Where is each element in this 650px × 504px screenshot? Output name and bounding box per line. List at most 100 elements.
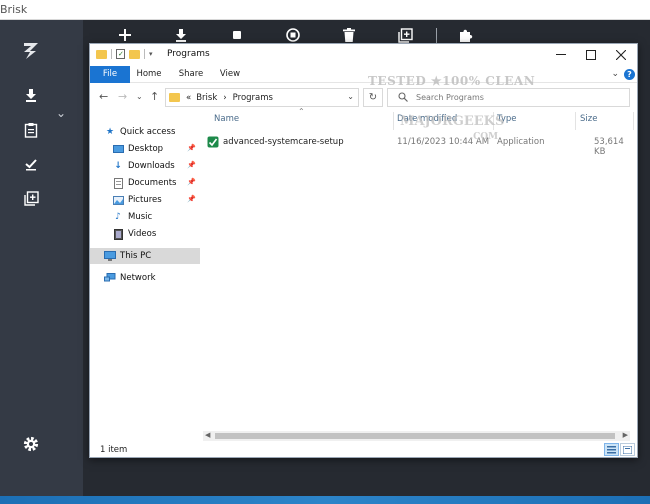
clipboard-icon[interactable] [20, 119, 42, 141]
star-icon: ★ [105, 127, 115, 137]
minimize-button[interactable] [547, 46, 575, 64]
pin-icon[interactable]: 📌 [187, 195, 196, 203]
large-icons-view-button[interactable] [620, 443, 635, 456]
download-icon[interactable] [20, 84, 42, 106]
nav-pictures[interactable]: Pictures 📌 [112, 192, 200, 208]
address-prefix: « [186, 92, 192, 103]
brisk-logo[interactable] [20, 40, 42, 62]
breadcrumb-programs[interactable]: Programs [233, 93, 273, 103]
column-divider[interactable] [633, 112, 634, 130]
column-date-modified[interactable]: Date modified [397, 114, 457, 124]
address-bar[interactable]: « Brisk › Programs ⌄ [165, 88, 359, 107]
status-bar: 1 item [90, 442, 637, 458]
trash-icon[interactable] [339, 25, 359, 45]
chevron-down-icon[interactable]: ⌄ [56, 106, 66, 120]
expand-ribbon-icon[interactable]: ⌄ [611, 69, 619, 79]
column-type[interactable]: Type [497, 114, 517, 124]
nav-network[interactable]: Network [104, 270, 214, 286]
tab-home[interactable]: Home [134, 66, 164, 83]
file-name: advanced-systemcare-setup [223, 137, 344, 147]
stop-all-icon[interactable] [283, 25, 303, 45]
explorer-title-bar: ✓ ▾ Programs [90, 44, 637, 66]
qat-separator [144, 49, 145, 59]
music-icon: ♪ [115, 212, 121, 222]
puzzle-icon[interactable] [455, 25, 475, 45]
plus-icon[interactable] [115, 25, 135, 45]
file-date: 11/16/2023 10:44 AM [397, 137, 490, 147]
network-icon [104, 273, 116, 284]
nav-documents[interactable]: Documents 📌 [112, 175, 200, 191]
documents-icon [112, 177, 124, 189]
column-size[interactable]: Size [580, 114, 597, 124]
breadcrumb-brisk[interactable]: Brisk [196, 93, 217, 103]
ribbon-tabs: File Home Share View ⌄ ? [90, 66, 637, 83]
navigation-bar: ← → ⌄ ↑ « Brisk › Programs ⌄ ↻ Search Pr… [90, 86, 637, 110]
pin-icon[interactable]: 📌 [187, 144, 196, 152]
app-title: Brisk [0, 3, 28, 16]
back-arrow-icon[interactable]: ← [99, 90, 108, 103]
pictures-icon [112, 195, 124, 206]
nav-quick-access[interactable]: ★ Quick access [104, 124, 214, 140]
nav-this-pc[interactable]: This PC [90, 248, 200, 264]
column-divider[interactable] [493, 112, 494, 130]
item-count: 1 item [100, 445, 128, 455]
scroll-right-icon[interactable]: ▶ [623, 431, 628, 439]
brisk-sidebar: ⌄ [0, 20, 83, 496]
properties-icon[interactable]: ✓ [116, 49, 125, 59]
file-size: 53,614 KB [594, 137, 624, 157]
gear-icon[interactable] [20, 433, 42, 455]
tab-file[interactable]: File [90, 66, 130, 83]
search-icon [398, 91, 410, 104]
forward-arrow-icon[interactable]: → [118, 90, 127, 103]
file-row[interactable]: advanced-systemcare-setup 11/16/2023 10:… [207, 135, 627, 157]
file-explorer-window: ✓ ▾ Programs File Home Share View ⌄ ? ← … [89, 43, 638, 458]
tab-view[interactable]: View [216, 66, 244, 83]
desktop-icon [112, 144, 124, 155]
nav-videos[interactable]: Videos [112, 226, 200, 242]
tab-share[interactable]: Share [176, 66, 206, 83]
folder-icon [169, 93, 180, 102]
stop-icon[interactable] [227, 25, 247, 45]
nav-desktop[interactable]: Desktop 📌 [112, 141, 200, 157]
column-divider[interactable] [575, 112, 576, 130]
column-divider[interactable] [393, 112, 394, 130]
nav-music[interactable]: ♪ Music [112, 209, 200, 225]
scrollbar-thumb[interactable] [215, 433, 615, 439]
scroll-left-icon[interactable]: ◀ [205, 431, 210, 439]
toolbar-separator [436, 28, 437, 44]
add-queue-icon[interactable] [20, 187, 42, 209]
pin-icon[interactable]: 📌 [187, 178, 196, 186]
navigation-pane: ★ Quick access Desktop 📌 ↓ Downloads 📌 D… [90, 120, 200, 430]
column-name[interactable]: Name [214, 114, 239, 124]
address-dropdown-icon[interactable]: ⌄ [347, 92, 354, 101]
sort-ascending-icon: ⌃ [298, 107, 305, 116]
quick-access-toolbar: ✓ ▾ [96, 49, 153, 59]
help-icon[interactable]: ? [624, 69, 635, 80]
qat-dropdown-icon[interactable]: ▾ [149, 50, 153, 58]
details-view-button[interactable] [604, 443, 619, 456]
pin-icon[interactable]: 📌 [187, 161, 196, 169]
check-icon[interactable] [20, 153, 42, 175]
download-icon[interactable] [171, 25, 191, 45]
add-queue-icon[interactable] [395, 25, 415, 45]
horizontal-scrollbar[interactable]: ◀ ▶ [203, 431, 630, 441]
maximize-button[interactable] [577, 46, 605, 64]
close-button[interactable] [607, 46, 635, 64]
refresh-button[interactable]: ↻ [363, 88, 383, 107]
folder-icon [96, 49, 107, 59]
breadcrumb-separator: › [223, 92, 227, 103]
file-list: ⌃ Name Date modified Type Size advanced-… [203, 107, 639, 430]
computer-icon [104, 251, 116, 262]
up-arrow-icon[interactable]: ↑ [150, 90, 159, 103]
recent-locations-icon[interactable]: ⌄ [136, 92, 143, 101]
search-placeholder: Search Programs [416, 93, 484, 102]
nav-downloads[interactable]: ↓ Downloads 📌 [112, 158, 200, 174]
search-box[interactable]: Search Programs [387, 88, 630, 107]
application-icon [207, 136, 219, 148]
explorer-window-title: Programs [167, 49, 210, 59]
qat-separator [111, 49, 112, 59]
new-folder-icon[interactable] [129, 49, 140, 59]
windows-taskbar [0, 496, 650, 504]
file-type: Application [497, 137, 545, 147]
brisk-title-bar: Brisk [0, 0, 650, 20]
